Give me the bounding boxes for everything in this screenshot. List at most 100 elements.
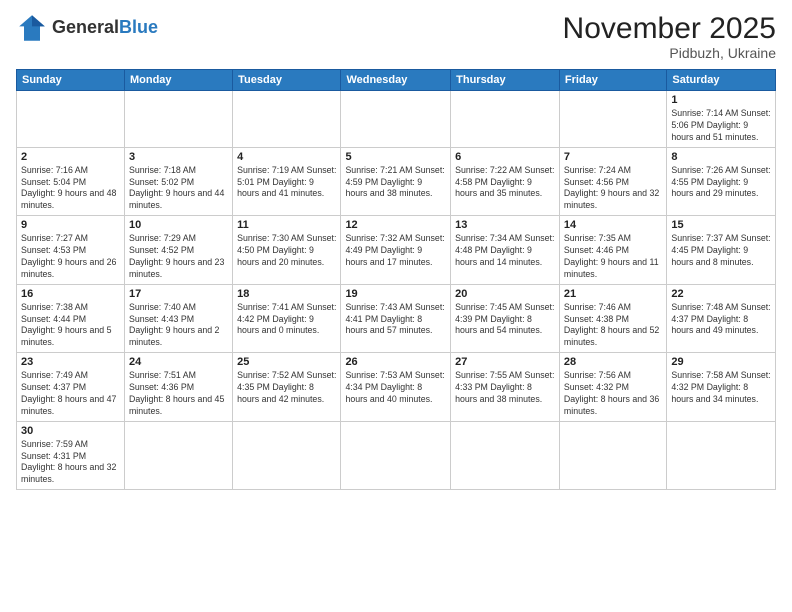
day-number: 16	[21, 288, 120, 300]
calendar-cell: 20 Sunrise: 7:45 AM Sunset: 4:39 PM Dayli…	[451, 284, 560, 353]
calendar-cell: 18 Sunrise: 7:41 AM Sunset: 4:42 PM Dayli…	[233, 284, 341, 353]
day-number: 21	[564, 288, 662, 300]
calendar-cell	[124, 91, 232, 148]
day-info: Sunrise: 7:19 AM Sunset: 5:01 PM Dayligh…	[237, 165, 336, 201]
day-info: Sunrise: 7:51 AM Sunset: 4:36 PM Dayligh…	[129, 370, 228, 418]
calendar-cell: 16Sunrise: 7:38 AM Sunset: 4:44 PM Dayli…	[17, 284, 125, 353]
header-sunday: Sunday	[17, 70, 125, 91]
calendar-cell: 26 Sunrise: 7:53 AM Sunset: 4:34 PM Dayli…	[341, 353, 451, 422]
calendar-cell: 6Sunrise: 7:22 AM Sunset: 4:58 PM Daylig…	[451, 147, 560, 216]
calendar-cell: 3 Sunrise: 7:18 AM Sunset: 5:02 PM Daylig…	[124, 147, 232, 216]
day-info: Sunrise: 7:16 AM Sunset: 5:04 PM Dayligh…	[21, 165, 120, 213]
day-info: Sunrise: 7:43 AM Sunset: 4:41 PM Dayligh…	[345, 302, 446, 338]
day-number: 18	[237, 288, 336, 300]
day-number: 26	[345, 356, 446, 368]
header-tuesday: Tuesday	[233, 70, 341, 91]
day-number: 27	[455, 356, 555, 368]
calendar-cell: 10Sunrise: 7:29 AM Sunset: 4:52 PM Dayli…	[124, 216, 232, 285]
calendar-cell: 27 Sunrise: 7:55 AM Sunset: 4:33 PM Dayli…	[451, 353, 560, 422]
day-info: Sunrise: 7:40 AM Sunset: 4:43 PM Dayligh…	[129, 302, 228, 350]
calendar-header: Sunday Monday Tuesday Wednesday Thursday…	[17, 70, 776, 91]
day-number: 11	[237, 219, 336, 231]
day-number: 23	[21, 356, 120, 368]
calendar-cell: 25Sunrise: 7:52 AM Sunset: 4:35 PM Dayli…	[233, 353, 341, 422]
header-friday: Friday	[559, 70, 666, 91]
day-info: Sunrise: 7:59 AM Sunset: 4:31 PM Dayligh…	[21, 439, 120, 487]
calendar-cell	[124, 421, 232, 490]
day-info: Sunrise: 7:37 AM Sunset: 4:45 PM Dayligh…	[671, 233, 771, 269]
day-number: 12	[345, 219, 446, 231]
day-info: Sunrise: 7:18 AM Sunset: 5:02 PM Dayligh…	[129, 165, 228, 213]
day-number: 8	[671, 151, 771, 163]
calendar-cell	[17, 91, 125, 148]
day-info: Sunrise: 7:58 AM Sunset: 4:32 PM Dayligh…	[671, 370, 771, 406]
day-number: 7	[564, 151, 662, 163]
day-info: Sunrise: 7:32 AM Sunset: 4:49 PM Dayligh…	[345, 233, 446, 269]
calendar-cell	[233, 421, 341, 490]
day-number: 15	[671, 219, 771, 231]
calendar-cell: 8 Sunrise: 7:26 AM Sunset: 4:55 PM Daylig…	[667, 147, 776, 216]
day-info: Sunrise: 7:30 AM Sunset: 4:50 PM Dayligh…	[237, 233, 336, 269]
calendar-cell: 22Sunrise: 7:48 AM Sunset: 4:37 PM Dayli…	[667, 284, 776, 353]
calendar-cell: 28 Sunrise: 7:56 AM Sunset: 4:32 PM Dayli…	[559, 353, 666, 422]
day-info: Sunrise: 7:34 AM Sunset: 4:48 PM Dayligh…	[455, 233, 555, 269]
day-info: Sunrise: 7:26 AM Sunset: 4:55 PM Dayligh…	[671, 165, 771, 201]
day-info: Sunrise: 7:46 AM Sunset: 4:38 PM Dayligh…	[564, 302, 662, 350]
calendar-subtitle: Pidbuzh, Ukraine	[563, 45, 776, 61]
day-number: 3	[129, 151, 228, 163]
logo: GeneralBlue	[16, 12, 158, 44]
calendar-cell	[451, 91, 560, 148]
logo-text: GeneralBlue	[52, 18, 158, 38]
day-info: Sunrise: 7:24 AM Sunset: 4:56 PM Dayligh…	[564, 165, 662, 213]
header-wednesday: Wednesday	[341, 70, 451, 91]
calendar-cell: 12 Sunrise: 7:32 AM Sunset: 4:49 PM Dayli…	[341, 216, 451, 285]
calendar-cell	[341, 421, 451, 490]
day-number: 14	[564, 219, 662, 231]
day-info: Sunrise: 7:29 AM Sunset: 4:52 PM Dayligh…	[129, 233, 228, 281]
day-number: 28	[564, 356, 662, 368]
day-number: 24	[129, 356, 228, 368]
day-number: 1	[671, 94, 771, 106]
calendar-cell: 30Sunrise: 7:59 AM Sunset: 4:31 PM Dayli…	[17, 421, 125, 490]
calendar-cell	[559, 91, 666, 148]
calendar-cell: 4Sunrise: 7:19 AM Sunset: 5:01 PM Daylig…	[233, 147, 341, 216]
calendar-cell: 29Sunrise: 7:58 AM Sunset: 4:32 PM Dayli…	[667, 353, 776, 422]
calendar-table: Sunday Monday Tuesday Wednesday Thursday…	[16, 69, 776, 490]
week-row-0: 1Sunrise: 7:14 AM Sunset: 5:06 PM Daylig…	[17, 91, 776, 148]
header-thursday: Thursday	[451, 70, 560, 91]
day-info: Sunrise: 7:53 AM Sunset: 4:34 PM Dayligh…	[345, 370, 446, 406]
logo-text-general: GeneralBlue	[52, 17, 158, 37]
calendar-cell	[559, 421, 666, 490]
day-number: 20	[455, 288, 555, 300]
calendar-cell	[341, 91, 451, 148]
day-info: Sunrise: 7:49 AM Sunset: 4:37 PM Dayligh…	[21, 370, 120, 418]
day-number: 19	[345, 288, 446, 300]
day-info: Sunrise: 7:45 AM Sunset: 4:39 PM Dayligh…	[455, 302, 555, 338]
week-row-1: 2Sunrise: 7:16 AM Sunset: 5:04 PM Daylig…	[17, 147, 776, 216]
calendar-cell: 23 Sunrise: 7:49 AM Sunset: 4:37 PM Dayli…	[17, 353, 125, 422]
weekday-row: Sunday Monday Tuesday Wednesday Thursday…	[17, 70, 776, 91]
calendar-cell: 7 Sunrise: 7:24 AM Sunset: 4:56 PM Daylig…	[559, 147, 666, 216]
day-number: 17	[129, 288, 228, 300]
calendar-cell: 11 Sunrise: 7:30 AM Sunset: 4:50 PM Dayli…	[233, 216, 341, 285]
logo-icon	[16, 12, 48, 44]
title-block: November 2025 Pidbuzh, Ukraine	[563, 12, 776, 61]
day-info: Sunrise: 7:41 AM Sunset: 4:42 PM Dayligh…	[237, 302, 336, 338]
header-saturday: Saturday	[667, 70, 776, 91]
week-row-2: 9Sunrise: 7:27 AM Sunset: 4:53 PM Daylig…	[17, 216, 776, 285]
day-number: 13	[455, 219, 555, 231]
calendar-cell: 21 Sunrise: 7:46 AM Sunset: 4:38 PM Dayli…	[559, 284, 666, 353]
calendar-cell	[233, 91, 341, 148]
calendar-cell	[667, 421, 776, 490]
calendar-cell: 13 Sunrise: 7:34 AM Sunset: 4:48 PM Dayli…	[451, 216, 560, 285]
week-row-5: 30Sunrise: 7:59 AM Sunset: 4:31 PM Dayli…	[17, 421, 776, 490]
week-row-3: 16Sunrise: 7:38 AM Sunset: 4:44 PM Dayli…	[17, 284, 776, 353]
day-number: 6	[455, 151, 555, 163]
day-info: Sunrise: 7:56 AM Sunset: 4:32 PM Dayligh…	[564, 370, 662, 418]
calendar-body: 1Sunrise: 7:14 AM Sunset: 5:06 PM Daylig…	[17, 91, 776, 490]
day-info: Sunrise: 7:55 AM Sunset: 4:33 PM Dayligh…	[455, 370, 555, 406]
header: GeneralBlue November 2025 Pidbuzh, Ukrai…	[16, 12, 776, 61]
calendar-cell: 15 Sunrise: 7:37 AM Sunset: 4:45 PM Dayli…	[667, 216, 776, 285]
calendar-cell: 5Sunrise: 7:21 AM Sunset: 4:59 PM Daylig…	[341, 147, 451, 216]
calendar-cell: 17 Sunrise: 7:40 AM Sunset: 4:43 PM Dayli…	[124, 284, 232, 353]
